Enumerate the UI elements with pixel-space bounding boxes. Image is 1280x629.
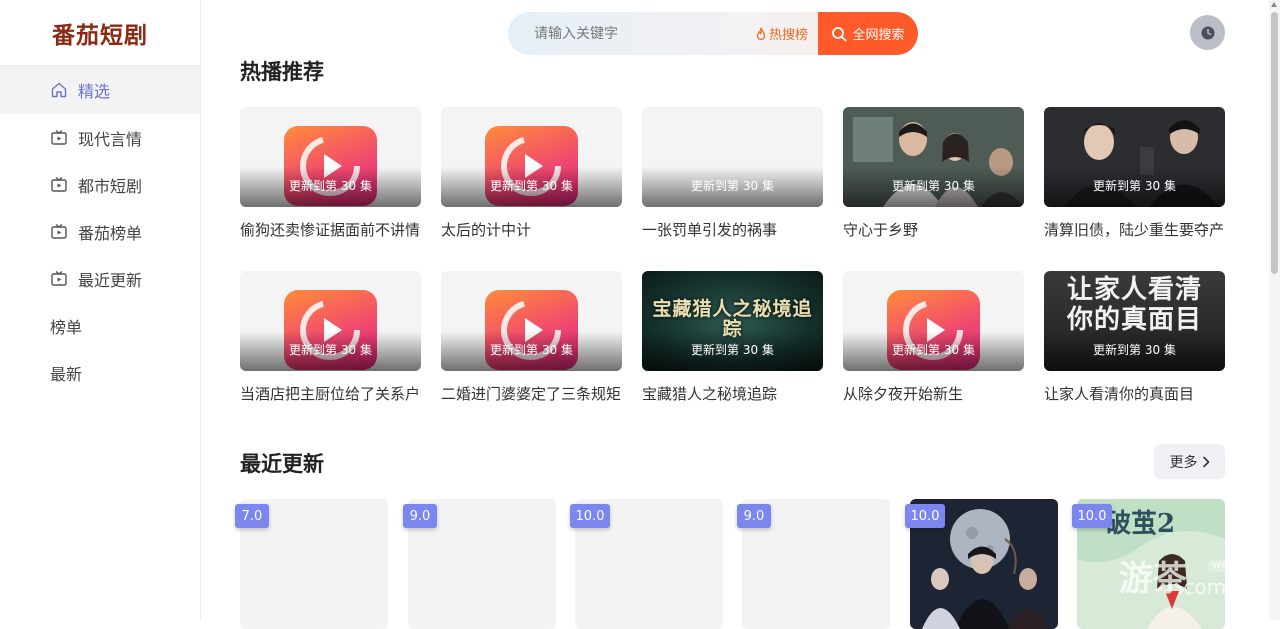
drama-card[interactable]: 更新到第 30 集 一张罚单引发的祸事 bbox=[642, 107, 823, 240]
tv-icon bbox=[50, 270, 68, 288]
drama-card[interactable]: 宝藏猎人之秘境追踪 更新到第 30 集 宝藏猎人之秘境追踪 bbox=[642, 271, 823, 404]
more-label: 更多 bbox=[1169, 454, 1198, 471]
sidebar-item-modern-romance[interactable]: 现代言情 bbox=[0, 114, 200, 161]
flame-icon bbox=[756, 26, 766, 40]
drama-card[interactable]: 更新到第 30 集 守心于乡野 bbox=[843, 107, 1024, 240]
drama-card[interactable]: 更新到第 30 集 从除夕夜开始新生 bbox=[843, 271, 1024, 404]
drama-title: 从除夕夜开始新生 bbox=[843, 385, 964, 403]
tv-icon bbox=[50, 176, 68, 194]
drama-thumbnail: 更新到第 30 集 bbox=[441, 271, 622, 371]
episode-count: 更新到第 30 集 bbox=[1093, 179, 1176, 193]
sidebar-item-label: 最新 bbox=[50, 364, 83, 384]
episode-count: 更新到第 30 集 bbox=[892, 343, 975, 357]
drama-thumbnail: 更新到第 30 集 bbox=[441, 107, 622, 207]
sidebar-item-label: 榜单 bbox=[50, 317, 83, 337]
site-logo-text: 番茄短剧 bbox=[52, 21, 148, 49]
sidebar-item-label: 番茄榜单 bbox=[78, 223, 143, 243]
episode-count: 更新到第 30 集 bbox=[289, 179, 372, 193]
rating-badge: 10.0 bbox=[905, 504, 945, 528]
hot-search-label: 热搜榜 bbox=[768, 28, 808, 43]
sidebar-item-label: 最近更新 bbox=[78, 270, 143, 290]
poster-title-text: 让家人看清你的真面目 bbox=[1066, 275, 1202, 335]
chevron-right-icon bbox=[1202, 456, 1209, 467]
episode-count: 更新到第 30 集 bbox=[691, 343, 774, 357]
scroll-thumb[interactable] bbox=[1271, 12, 1278, 274]
sidebar-item-label: 现代言情 bbox=[78, 129, 143, 149]
episode-count: 更新到第 30 集 bbox=[1093, 343, 1176, 357]
rating-badge: 10.0 bbox=[1072, 504, 1112, 528]
drama-title: 偷狗还卖惨证据面前不讲情 bbox=[240, 221, 421, 239]
drama-thumbnail: 更新到第 30 集 bbox=[240, 271, 421, 371]
sidebar-item-featured[interactable]: 精选 bbox=[0, 66, 200, 114]
sidebar-item-urban-drama[interactable]: 都市短剧 bbox=[0, 161, 200, 208]
scrollbar[interactable] bbox=[1269, 0, 1280, 620]
episode-count: 更新到第 30 集 bbox=[289, 343, 372, 357]
global-search-label: 全网搜索 bbox=[852, 28, 905, 43]
sidebar-item-rankings[interactable]: 榜单 bbox=[0, 302, 200, 349]
rating-badge: 9.0 bbox=[403, 504, 437, 528]
drama-title: 当酒店把主厨位给了关系户 bbox=[240, 385, 421, 403]
site-logo[interactable]: 番茄短剧 bbox=[0, 0, 200, 66]
drama-card[interactable]: 更新到第 30 集 当酒店把主厨位给了关系户 bbox=[240, 271, 421, 404]
drama-card[interactable]: 更新到第 30 集 二婚进门婆婆定了三条规矩 bbox=[441, 271, 622, 404]
hot-section-title: 热播推荐 bbox=[240, 60, 324, 84]
drama-card[interactable]: 让家人看清你的真面目 更新到第 30 集 让家人看清你的真面目 bbox=[1044, 271, 1225, 404]
episode-count: 更新到第 30 集 bbox=[490, 179, 573, 193]
search-input[interactable] bbox=[508, 12, 755, 55]
drama-thumbnail: 让家人看清你的真面目 更新到第 30 集 bbox=[1044, 271, 1225, 371]
drama-card[interactable]: 更新到第 30 集 太后的计中计 bbox=[441, 107, 622, 240]
tv-icon bbox=[50, 223, 68, 241]
sidebar-item-newest[interactable]: 最新 bbox=[0, 349, 200, 396]
scroll-up-arrow[interactable] bbox=[1271, 2, 1277, 7]
drama-card[interactable]: 更新到第 30 集 偷狗还卖惨证据面前不讲情 bbox=[240, 107, 421, 240]
episode-count: 更新到第 30 集 bbox=[490, 343, 573, 357]
drama-card[interactable]: 更新到第 30 集 清算旧债，陆少重生要夺产 bbox=[1044, 107, 1225, 240]
drama-thumbnail: 更新到第 30 集 bbox=[843, 107, 1024, 207]
sidebar-item-recent-updates[interactable]: 最近更新 bbox=[0, 255, 200, 302]
drama-thumbnail: 更新到第 30 集 bbox=[240, 107, 421, 207]
recent-section-title: 最近更新 bbox=[240, 452, 324, 476]
sidebar: 番茄短剧 精选 现代言情 都市短剧 番茄榜单 最近更新 榜单 最新 bbox=[0, 0, 201, 620]
rating-badge: 10.0 bbox=[570, 504, 610, 528]
rating-badge: 7.0 bbox=[235, 504, 269, 528]
episode-count: 更新到第 30 集 bbox=[691, 179, 774, 193]
drama-thumbnail: 更新到第 30 集 bbox=[843, 271, 1024, 371]
rating-badge: 9.0 bbox=[737, 504, 771, 528]
poster-title-text: 破茧2 bbox=[1105, 509, 1176, 539]
main-content: 热搜榜 全网搜索 热播推荐 更新到第 30 集 偷狗还卖惨证据面前不讲情 更新到… bbox=[201, 0, 1269, 629]
search-bar: 热搜榜 全网搜索 bbox=[508, 12, 918, 55]
global-search-button[interactable]: 全网搜索 bbox=[818, 12, 918, 55]
episode-count: 更新到第 30 集 bbox=[892, 179, 975, 193]
sidebar-item-label: 精选 bbox=[78, 82, 111, 101]
drama-title: 二婚进门婆婆定了三条规矩 bbox=[441, 385, 622, 403]
drama-title: 宝藏猎人之秘境追踪 bbox=[642, 385, 778, 403]
drama-thumbnail: 更新到第 30 集 bbox=[642, 107, 823, 207]
sidebar-item-tomato-chart[interactable]: 番茄榜单 bbox=[0, 208, 200, 255]
drama-title: 守心于乡野 bbox=[843, 221, 919, 239]
more-button[interactable]: 更多 bbox=[1154, 444, 1225, 479]
drama-title: 清算旧债，陆少重生要夺产 bbox=[1044, 221, 1225, 239]
drama-thumbnail: 宝藏猎人之秘境追踪 更新到第 30 集 bbox=[642, 271, 823, 371]
drama-title: 一张罚单引发的祸事 bbox=[642, 221, 778, 239]
drama-title: 让家人看清你的真面目 bbox=[1044, 385, 1195, 403]
hot-search-link[interactable]: 热搜榜 bbox=[755, 12, 818, 55]
home-icon bbox=[50, 81, 68, 99]
drama-title: 太后的计中计 bbox=[441, 221, 532, 239]
tv-icon bbox=[50, 129, 68, 147]
sidebar-item-label: 都市短剧 bbox=[78, 176, 143, 196]
clock-icon bbox=[1201, 26, 1214, 39]
history-button[interactable] bbox=[1190, 15, 1225, 50]
search-icon bbox=[832, 26, 847, 41]
drama-thumbnail: 更新到第 30 集 bbox=[1044, 107, 1225, 207]
